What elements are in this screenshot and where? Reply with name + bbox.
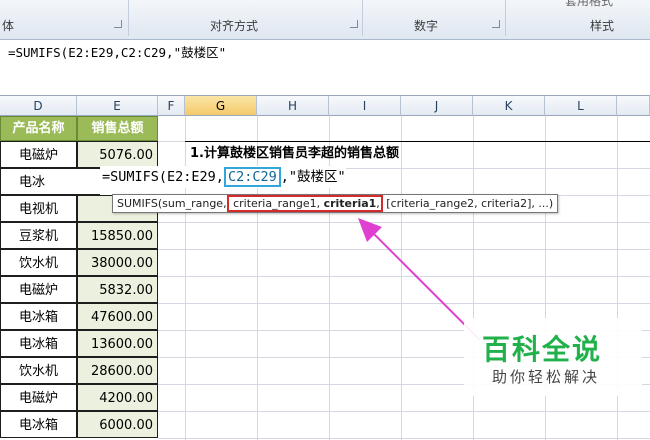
cell-sales[interactable]: 47600.00: [77, 303, 158, 330]
ribbon-separator: [505, 0, 506, 36]
ribbon-group-number-label: 数字: [414, 19, 439, 33]
tooltip-function-name[interactable]: SUMIFS(sum_range,: [117, 197, 227, 210]
cell-sales[interactable]: 4200.00: [77, 384, 158, 411]
header-cell-product[interactable]: 产品名称: [0, 116, 77, 141]
watermark-subtitle: 助你轻松解决: [492, 368, 601, 386]
cell-sales[interactable]: 5076.00: [77, 141, 158, 168]
task-title: 1.计算鼓楼区销售员李超的销售总额: [190, 146, 399, 161]
cell-product[interactable]: 豆浆机: [0, 222, 77, 249]
cell-product[interactable]: 电冰箱: [0, 411, 77, 438]
column-header-f[interactable]: F: [158, 96, 185, 116]
cell-sales[interactable]: 38000.00: [77, 249, 158, 276]
column-header-e[interactable]: E: [77, 96, 158, 116]
cell-product[interactable]: 电冰箱: [0, 303, 77, 330]
cell-sales[interactable]: 5832.00: [77, 276, 158, 303]
column-header-i[interactable]: I: [329, 96, 401, 116]
ribbon-separator: [362, 0, 363, 36]
ribbon: 体 对齐方式 数字 套用格式 样式: [0, 0, 650, 40]
column-header-h[interactable]: H: [257, 96, 329, 116]
watermark-logo: 百科全说 助你轻松解决: [464, 318, 642, 396]
function-argument-tooltip[interactable]: SUMIFS(sum_range, criteria_range1, crite…: [112, 194, 559, 213]
ribbon-style-button-label[interactable]: 套用格式: [565, 0, 613, 9]
ribbon-group-style-label: 样式: [590, 19, 615, 33]
column-header-k[interactable]: K: [473, 96, 545, 116]
ribbon-separator: [128, 0, 129, 36]
align-dialog-launcher-icon[interactable]: [350, 20, 358, 28]
cell-sales[interactable]: 6000.00: [77, 411, 158, 438]
cell-product[interactable]: 电视机: [0, 195, 77, 222]
cell-sales[interactable]: 28600.00: [77, 357, 158, 384]
column-header-j[interactable]: J: [401, 96, 473, 116]
ribbon-group-font-label: 体: [2, 19, 15, 33]
cell-sales[interactable]: 13600.00: [77, 330, 158, 357]
ribbon-group-align-label: 对齐方式: [210, 19, 259, 33]
column-header-l[interactable]: L: [545, 96, 617, 116]
cell-product[interactable]: 饮水机: [0, 249, 77, 276]
cell-product[interactable]: 电冰箱: [0, 330, 77, 357]
column-header-g[interactable]: G: [185, 96, 257, 116]
cell-edit-formula[interactable]: =SUMIFS(E2:E29, C2:C29 ,"鼓楼区": [100, 166, 346, 188]
cell-sales[interactable]: 15850.00: [77, 222, 158, 249]
formula-bar[interactable]: =SUMIFS(E2:E29,C2:C29,"鼓楼区": [0, 40, 650, 96]
watermark-title: 百科全说: [482, 333, 603, 366]
formula-text[interactable]: =SUMIFS(E2:E29,C2:C29,"鼓楼区": [8, 42, 226, 61]
column-header-d[interactable]: D: [0, 96, 77, 116]
formula-part-sum-range: =SUMIFS(E2:E29: [102, 169, 216, 185]
cell-product[interactable]: 电磁炉: [0, 141, 77, 168]
tooltip-criteria-range1: criteria_range1,: [229, 197, 324, 210]
cell-product[interactable]: 饮水机: [0, 357, 77, 384]
cell-product[interactable]: 电磁炉: [0, 384, 77, 411]
font-dialog-launcher-icon[interactable]: [114, 20, 122, 28]
cell-product[interactable]: 电磁炉: [0, 276, 77, 303]
number-dialog-launcher-icon[interactable]: [492, 20, 500, 28]
header-cell-sales-total[interactable]: 销售总额: [77, 116, 158, 141]
cell-product[interactable]: 电冰: [0, 168, 100, 195]
formula-part-criteria: ,"鼓楼区": [280, 169, 346, 185]
formula-comma: ,: [215, 169, 224, 185]
formula-ref-criteria-range[interactable]: C2:C29: [223, 167, 281, 187]
column-header-m[interactable]: [617, 96, 650, 116]
